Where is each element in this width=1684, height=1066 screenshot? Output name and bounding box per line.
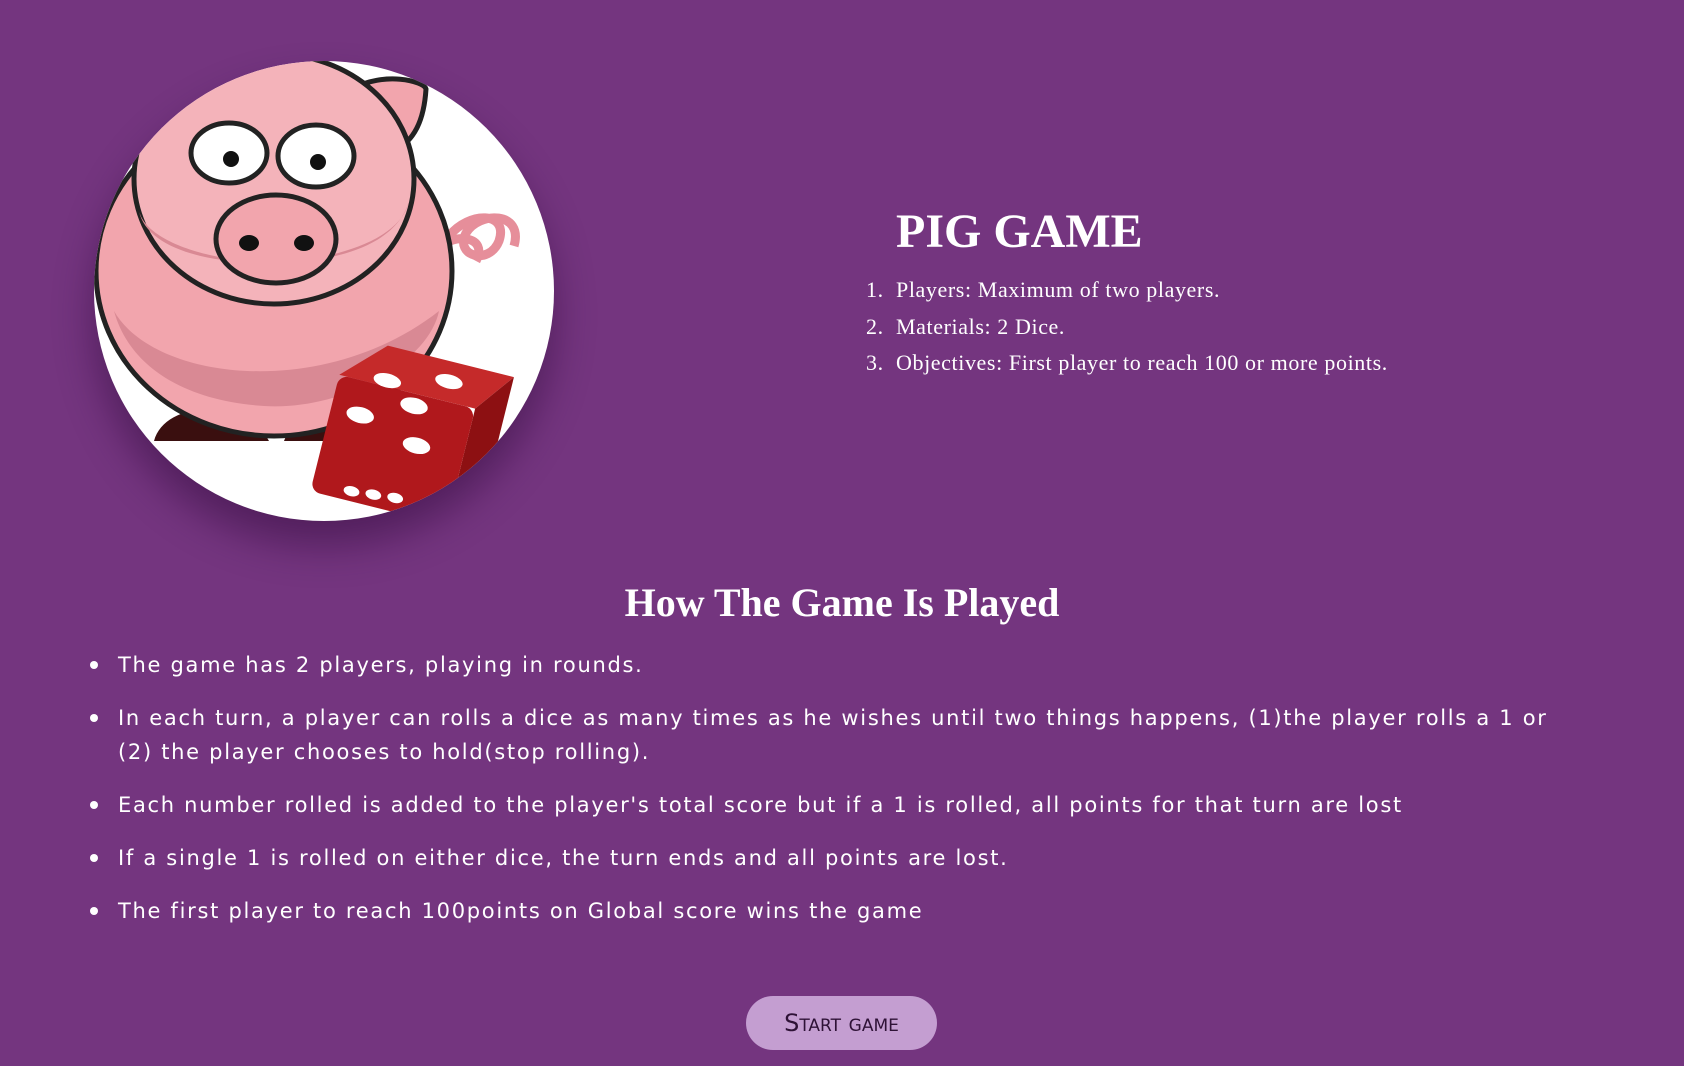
how-to-play-text: In each turn, a player can rolls a dice … <box>118 706 1548 764</box>
pig-game-logo <box>94 61 554 521</box>
bullet-icon <box>90 661 98 669</box>
bullet-icon <box>90 714 98 722</box>
rule-item: 3. Objectives: First player to reach 100 … <box>866 345 1626 382</box>
bullet-icon <box>90 854 98 862</box>
how-to-play-list: The game has 2 players, playing in round… <box>90 648 1578 947</box>
rule-number: 2. <box>866 313 884 339</box>
how-to-play-item: Each number rolled is added to the playe… <box>90 788 1578 822</box>
rule-text: Objectives: First player to reach 100 or… <box>896 350 1388 375</box>
how-to-play-text: The game has 2 players, playing in round… <box>118 653 644 677</box>
bullet-icon <box>90 801 98 809</box>
rule-item: 1. Players: Maximum of two players. <box>866 272 1626 309</box>
basic-rules-list: 1. Players: Maximum of two players. 2. Mat… <box>866 272 1626 382</box>
rule-text: Materials: 2 Dice. <box>896 313 1066 339</box>
rule-number: 1. <box>866 277 884 302</box>
bullet-icon <box>90 907 98 915</box>
how-to-play-heading: How The Game Is Played <box>624 580 1060 625</box>
start-game-button[interactable]: Start game <box>746 996 937 1050</box>
game-intro: PIG GAME 1. Players: Maximum of two playe… <box>866 202 1626 382</box>
how-to-play-text: Each number rolled is added to the playe… <box>118 793 1403 817</box>
rule-number: 3. <box>866 350 884 375</box>
how-to-play-item: The game has 2 players, playing in round… <box>90 648 1578 682</box>
rule-text: Players: Maximum of two players. <box>896 277 1221 302</box>
pig-with-dice-icon <box>94 61 520 521</box>
page-title: PIG GAME <box>896 205 1143 258</box>
rule-item: 2. Materials: 2 Dice. <box>866 309 1626 346</box>
how-to-play-item: The first player to reach 100points on G… <box>90 894 1578 928</box>
how-to-play-item: If a single 1 is rolled on either dice, … <box>90 841 1578 875</box>
how-to-play-text: The first player to reach 100points on G… <box>118 899 924 923</box>
how-to-play-text: If a single 1 is rolled on either dice, … <box>118 846 1009 870</box>
how-to-play-item: In each turn, a player can rolls a dice … <box>90 701 1578 769</box>
